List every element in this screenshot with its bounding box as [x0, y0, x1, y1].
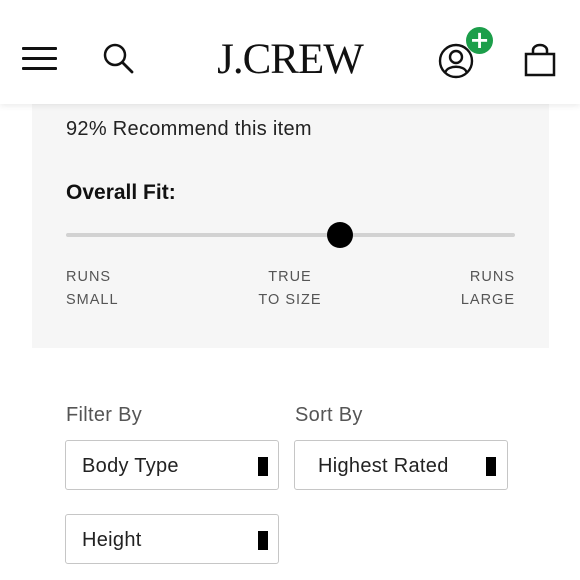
height-dropdown[interactable]: Height — [65, 514, 279, 564]
dropdown-arrow-icon — [258, 531, 268, 550]
sort-by-heading: Sort By — [295, 404, 363, 426]
fit-scale-true-to-size: TRUE TO SIZE — [240, 266, 340, 312]
fit-scale-runs-small: RUNS SMALL — [66, 266, 119, 312]
recommend-percentage: 92% Recommend this item — [66, 118, 312, 140]
plus-badge-icon[interactable]: + — [466, 27, 493, 54]
scale-center-line2: TO SIZE — [258, 292, 322, 308]
fit-slider-thumb — [326, 222, 353, 248]
fit-slider-track — [66, 222, 515, 248]
scale-center-line1: TRUE — [268, 269, 312, 285]
site-header: J.CREW + — [0, 0, 580, 104]
scale-left-line1: RUNS — [66, 269, 112, 285]
filter-by-heading: Filter By — [66, 404, 143, 426]
dropdown-arrow-icon — [486, 457, 496, 476]
scale-right-line1: RUNS — [469, 269, 515, 285]
scale-right-line2: LARGE — [460, 292, 515, 308]
body-type-dropdown[interactable]: Body Type — [65, 440, 279, 490]
jcrew-logo[interactable]: J.CREW — [0, 34, 580, 86]
body-type-value: Body Type — [82, 455, 179, 477]
overall-fit-label: Overall Fit: — [66, 181, 176, 204]
shopping-bag-icon[interactable] — [522, 42, 558, 78]
height-value: Height — [82, 529, 142, 551]
scale-left-line2: SMALL — [66, 292, 119, 308]
sort-value: Highest Rated — [318, 455, 449, 477]
reviews-summary-panel: 92% Recommend this item Overall Fit: RUN… — [32, 104, 549, 348]
sort-dropdown[interactable]: Highest Rated — [294, 440, 508, 490]
dropdown-arrow-icon — [258, 457, 268, 476]
fit-scale-runs-large: RUNS LARGE — [415, 266, 515, 312]
